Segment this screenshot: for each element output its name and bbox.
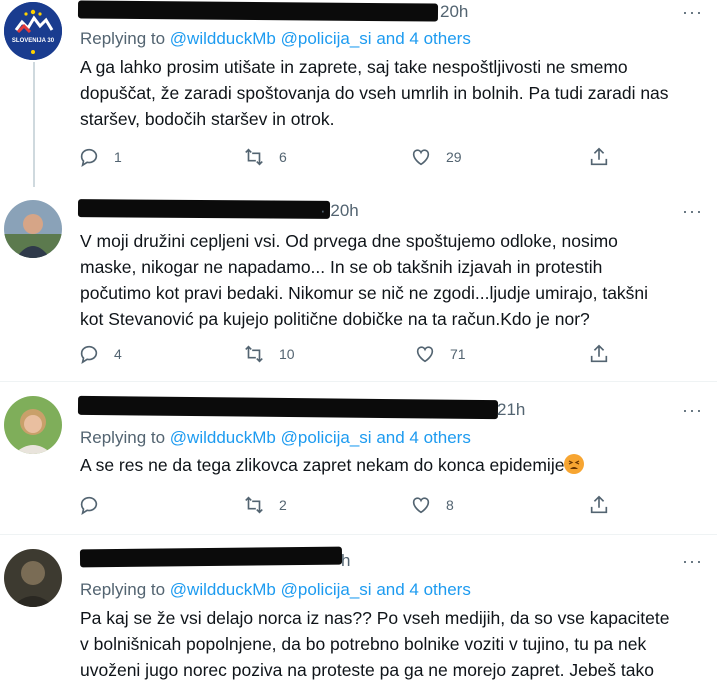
tweet-line-text: A se res ne da tega zlikovca zapret neka…: [80, 455, 565, 475]
reply-icon: [80, 345, 98, 365]
retweet-count: 6: [279, 149, 287, 165]
more-options-icon[interactable]: ···: [682, 201, 703, 222]
avatar[interactable]: [4, 200, 62, 258]
replying-to: Replying to @wildduckMb @policija_si and…: [80, 29, 471, 49]
replying-label: Replying to: [80, 29, 166, 48]
avatar[interactable]: [4, 549, 62, 607]
share-icon: [590, 495, 608, 514]
mention-wildduckmb[interactable]: @wildduckMb: [170, 580, 276, 599]
more-options-icon[interactable]: ···: [682, 400, 703, 421]
mention-others[interactable]: and 4 others: [376, 428, 471, 447]
tweet-text: A ga lahko prosim utišate in zaprete, sa…: [80, 54, 710, 132]
retweet-count: 10: [279, 346, 295, 362]
man-avatar: [4, 200, 62, 258]
reply-icon: [80, 148, 98, 168]
mention-policija[interactable]: @policija_si: [281, 29, 372, 48]
retweet-count: 2: [279, 497, 287, 513]
retweet-button[interactable]: 10: [243, 343, 295, 365]
slovenia-30-logo: [4, 2, 62, 60]
retweet-icon: [245, 496, 263, 514]
replying-to: Replying to @wildduckMb @policija_si and…: [80, 580, 471, 600]
action-bar: 2 8: [78, 494, 638, 518]
like-count: 8: [446, 497, 454, 513]
mention-wildduckmb[interactable]: @wildduckMb: [170, 29, 276, 48]
tweet-1[interactable]: SLOVENIJA 30 20h ··· Replying to @wilddu…: [0, 0, 717, 187]
redacted-author: [77, 199, 331, 219]
heart-icon: [412, 497, 430, 514]
retweet-button[interactable]: 2: [243, 494, 287, 516]
reply-button[interactable]: 1: [78, 146, 122, 168]
tweet-line: v bolnišnicah popolnjene, da bo potrebno…: [80, 634, 647, 654]
like-button[interactable]: 8: [410, 494, 454, 516]
thread-line: [33, 62, 35, 187]
timestamp[interactable]: 21h: [497, 400, 525, 420]
retweet-icon: [245, 148, 263, 166]
mention-policija[interactable]: @policija_si: [281, 428, 372, 447]
tired-face-emoji: [564, 454, 585, 474]
more-options-icon[interactable]: ···: [682, 551, 703, 572]
reply-button[interactable]: [78, 494, 114, 516]
action-bar: 1 6 29: [78, 146, 638, 170]
reply-count: 1: [114, 149, 122, 165]
retweet-button[interactable]: 6: [243, 146, 287, 168]
share-icon: [590, 147, 608, 166]
tweet-line: kot Stevanović pa kujejo politične dobič…: [80, 309, 590, 329]
heart-icon: [412, 149, 430, 166]
tweet-line: počutimo kot pravi bedaki. Nikomur se ni…: [80, 283, 649, 303]
mention-policija[interactable]: @policija_si: [281, 580, 372, 599]
dark-avatar: [4, 549, 62, 607]
reply-count: 4: [114, 346, 122, 362]
tweet-line: dopuščat, že zaradi spoštovanja do vseh …: [80, 83, 669, 103]
replying-label: Replying to: [80, 428, 166, 447]
tweet-line: Pa kaj se že vsi delajo norca iz nas?? P…: [80, 608, 670, 628]
like-button[interactable]: 71: [414, 343, 466, 365]
like-button[interactable]: 29: [410, 146, 462, 168]
tweet-text: Pa kaj se že vsi delajo norca iz nas?? P…: [80, 605, 710, 683]
timestamp[interactable]: 20h: [440, 2, 468, 22]
action-bar: 4 10 71: [78, 343, 638, 367]
heart-icon: [416, 346, 434, 363]
tweet-text: V moji družini cepljeni vsi. Od prvega d…: [80, 228, 710, 332]
share-button[interactable]: [588, 494, 610, 516]
retweet-icon: [245, 345, 263, 363]
tweet-line: uvoženi jugo norec poziva na proteste pa…: [80, 660, 654, 680]
tweet-2[interactable]: · 20h ··· V moji družini cepljeni vsi. O…: [0, 188, 717, 378]
avatar-caption: SLOVENIJA 30: [11, 38, 55, 44]
tweet-text: A se res ne da tega zlikovca zapret neka…: [80, 452, 710, 478]
tweet-line: staršev, bodočih staršev in otrok.: [80, 109, 335, 129]
mention-others[interactable]: and 4 others: [376, 29, 471, 48]
avatar[interactable]: [4, 396, 62, 454]
like-count: 29: [446, 149, 462, 165]
reply-icon: [80, 496, 98, 516]
tweet-line: V moji družini cepljeni vsi. Od prvega d…: [80, 231, 618, 251]
tweet-line: A ga lahko prosim utišate in zaprete, sa…: [80, 57, 628, 77]
timestamp[interactable]: h: [341, 551, 350, 571]
woman-avatar: [4, 396, 62, 454]
mention-others[interactable]: and 4 others: [376, 580, 471, 599]
like-count: 71: [450, 346, 466, 362]
reply-button[interactable]: 4: [78, 343, 122, 365]
replying-to: Replying to @wildduckMb @policija_si and…: [80, 428, 471, 448]
mention-wildduckmb[interactable]: @wildduckMb: [170, 428, 276, 447]
tweet-3[interactable]: 21h ··· Replying to @wildduckMb @policij…: [0, 382, 717, 532]
share-icon: [590, 344, 608, 363]
share-button[interactable]: [588, 343, 610, 365]
timestamp[interactable]: · 20h: [320, 201, 359, 221]
tweet-line: A se res ne da tega zlikovca zapret neka…: [80, 452, 710, 478]
redacted-author: [77, 0, 439, 22]
replying-label: Replying to: [80, 580, 166, 599]
share-button[interactable]: [588, 146, 610, 168]
redacted-author: [77, 395, 499, 420]
redacted-author: [79, 546, 343, 568]
tweet-4[interactable]: h ··· Replying to @wildduckMb @policija_…: [0, 535, 717, 681]
avatar[interactable]: [4, 2, 62, 60]
tweet-line: maske, nikogar ne napadamo... In se ob t…: [80, 257, 603, 277]
more-options-icon[interactable]: ···: [682, 2, 703, 23]
